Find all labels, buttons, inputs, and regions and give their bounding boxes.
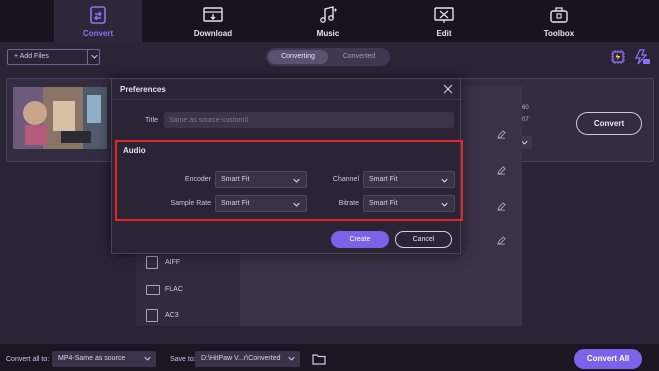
format-label: AIFF [165,259,181,266]
chevron-down-icon [91,54,98,59]
channel-select[interactable]: Smart Fit [363,171,455,188]
title-field-label: Title [145,117,158,124]
chevron-down-icon [441,178,448,183]
channel-value: Smart Fit [369,176,398,183]
encoder-value: Smart Fit [221,176,250,183]
nav-tab-toolbox[interactable]: Toolbox [515,0,603,42]
encoder-select[interactable]: Smart Fit [215,171,307,188]
conversion-status-tabs: Converting Converted [266,48,390,66]
save-to-label: Save to: [170,356,196,363]
folder-icon[interactable] [312,353,326,365]
title-input[interactable] [164,112,454,128]
chevron-down-icon [144,356,151,361]
audio-section-heading: Audio [123,146,146,155]
convert-all-button[interactable]: Convert All [574,349,642,369]
convert-button[interactable]: Convert [576,112,642,135]
add-files-label: + Add Files [14,53,49,60]
close-icon[interactable] [443,84,453,94]
side-value-2: 07 [522,117,529,123]
nav-tab-download[interactable]: Download [169,0,257,42]
channel-label: Channel [332,176,359,183]
nav-tab-convert[interactable]: Convert [54,0,142,42]
speed-4k-icon[interactable] [634,49,650,65]
chevron-down-icon [293,178,300,183]
create-button[interactable]: Create [331,231,389,248]
pencil-icon[interactable] [497,166,506,175]
convert-all-to-label: Convert all to: [6,356,50,363]
save-path-select[interactable]: D:\HitPaw V...r\Converted [195,351,300,367]
music-icon [320,6,337,23]
encoder-label: Encoder [184,176,211,183]
tab-converted[interactable]: Converted [330,50,388,64]
nav-label-edit: Edit [436,29,452,38]
flac-file-icon [146,285,160,295]
sample-rate-select[interactable]: Smart Fit [215,195,307,212]
save-path-value: D:\HitPaw V...r\Converted [201,355,281,362]
output-format-value: MP4-Same as source [58,355,126,362]
dialog-divider [112,99,460,100]
format-label: FLAC [165,286,183,293]
chevron-down-icon [441,202,448,207]
bitrate-value: Smart Fit [369,200,398,207]
output-format-select[interactable]: MP4-Same as source [52,351,156,367]
preferences-dialog: Preferences Title Audio Encoder Smart Fi… [111,78,463,254]
edit-icon [434,7,454,23]
bitrate-select[interactable]: Smart Fit [363,195,455,212]
side-value-1: 60 [522,105,529,111]
nav-label-toolbox: Toolbox [543,29,575,38]
tab-converting[interactable]: Converting [268,50,328,64]
nav-tab-edit[interactable]: Edit [400,0,488,42]
audio-settings-section: Audio Encoder Smart Fit Channel Smart Fi… [115,140,463,221]
music-file-icon [146,256,158,269]
pencil-icon[interactable] [497,202,506,211]
top-navigation: Convert Download Music Edit Toolbox [0,0,659,42]
pencil-icon[interactable] [497,236,506,245]
video-thumbnail-image [13,87,107,149]
nav-label-music: Music [316,29,340,38]
nav-label-convert: Convert [82,29,114,38]
cancel-button[interactable]: Cancel [395,231,452,248]
sample-rate-label: Sample Rate [170,200,211,207]
sample-rate-value: Smart Fit [221,200,250,207]
add-files-button[interactable]: + Add Files [7,49,100,65]
nav-label-download: Download [193,29,233,38]
chevron-down-icon [521,140,528,145]
music-file-icon [146,309,158,322]
toolbox-icon [550,7,568,23]
download-icon [203,7,223,22]
nav-tab-music[interactable]: Music [284,0,372,42]
format-item-flac[interactable]: FLAC [136,277,240,303]
chevron-down-icon [293,202,300,207]
convert-icon [90,6,106,24]
bitrate-label: Bitrate [338,200,359,207]
format-item-ac3[interactable]: AC3 [136,303,240,329]
format-label: AC3 [165,312,179,319]
pencil-icon[interactable] [497,130,506,139]
video-thumbnail[interactable] [13,87,107,149]
hardware-accel-icon[interactable] [610,49,626,65]
add-files-dropdown[interactable] [87,50,100,64]
dialog-title: Preferences [120,85,166,94]
chevron-down-icon [288,356,295,361]
